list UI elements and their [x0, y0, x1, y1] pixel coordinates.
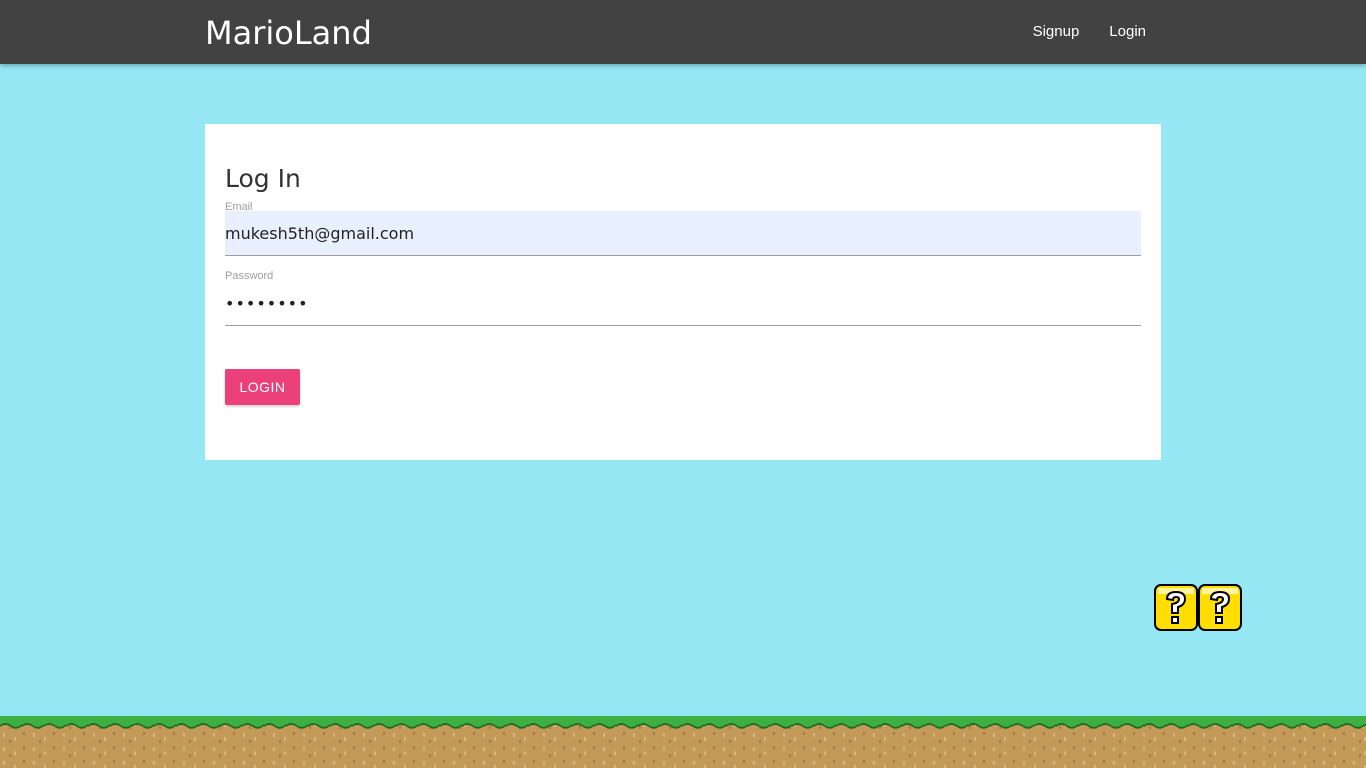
question-blocks [1154, 584, 1242, 631]
login-card: Log In Email Password LOGIN [205, 124, 1161, 460]
nav-signup-link[interactable]: Signup [1018, 0, 1095, 64]
email-field[interactable] [225, 211, 1141, 256]
password-field[interactable] [225, 281, 1141, 326]
question-block-icon [1154, 584, 1198, 631]
question-block-icon [1198, 584, 1242, 631]
top-navbar: MarioLand Signup Login [0, 0, 1366, 64]
card-title: Log In [225, 164, 301, 193]
brand-logo[interactable]: MarioLand [205, 14, 372, 52]
nav-login-link[interactable]: Login [1094, 0, 1161, 64]
grass-ground [0, 716, 1366, 768]
nav-links: Signup Login [1018, 0, 1161, 64]
login-button[interactable]: LOGIN [225, 369, 300, 405]
